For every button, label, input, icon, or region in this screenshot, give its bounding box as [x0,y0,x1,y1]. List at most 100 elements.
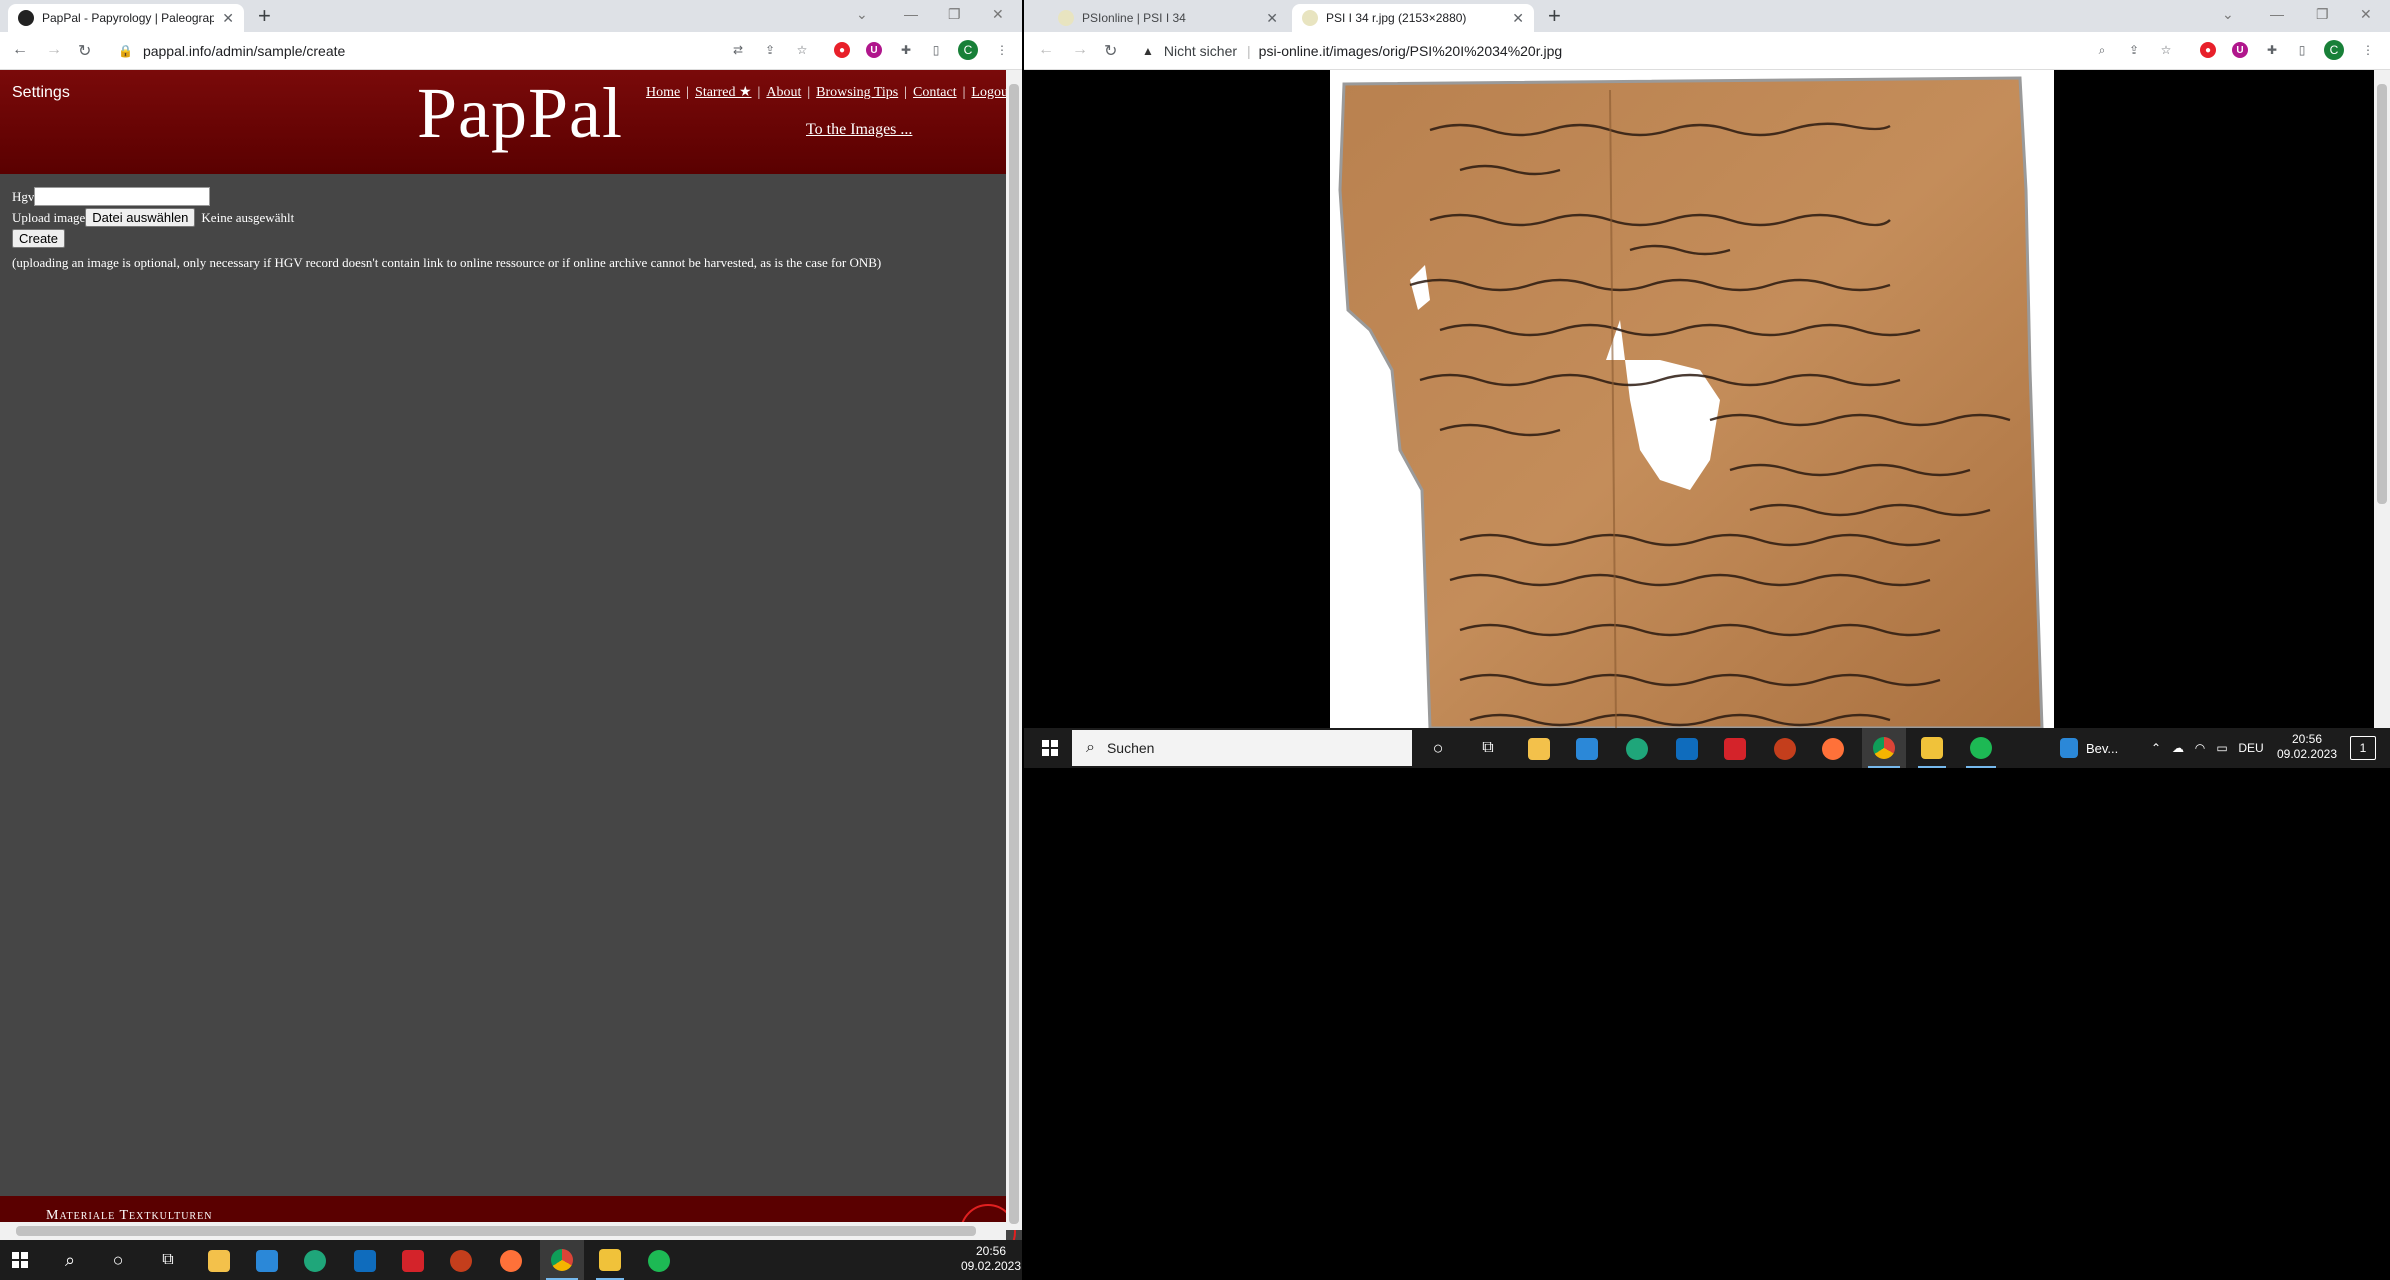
tab-title: PSIonline | PSI I 34 [1082,11,1186,25]
ms-store-icon[interactable] [1572,734,1602,764]
file-manager-icon[interactable] [1912,728,1952,768]
mail-icon[interactable] [350,1246,380,1276]
extension-icon[interactable]: U [2232,42,2248,58]
firefox-icon[interactable] [496,1246,526,1276]
address-bar[interactable]: ▲ Nicht sicher | psi-online.it/images/or… [1142,37,1562,65]
back-icon[interactable]: ← [1038,41,1054,59]
share-icon[interactable]: ⇪ [762,42,778,58]
windows-logo-icon [1042,740,1058,756]
start-button[interactable] [1038,737,1062,759]
wifi-icon[interactable]: ◠ [2190,738,2210,758]
security-label[interactable]: Nicht sicher [1164,43,1237,59]
cortana-icon[interactable]: ○ [104,1246,132,1274]
vertical-scrollbar[interactable] [2374,70,2390,728]
left-clock[interactable]: 20:56 09.02.2023 [960,1244,1022,1274]
battery-icon[interactable]: ▭ [2212,738,2232,758]
cortana-icon[interactable]: ○ [1424,734,1452,762]
nav-home[interactable]: Home [646,85,680,100]
nav-contact[interactable]: Contact [913,85,957,100]
reload-icon[interactable]: ↻ [1104,41,1117,61]
bookmark-star-icon[interactable]: ☆ [794,42,810,58]
edge-icon[interactable] [1622,734,1652,764]
language-indicator[interactable]: DEU [2234,738,2268,758]
extension-icon[interactable]: ● [834,42,850,58]
taskbar-search-box[interactable]: ⌕ Suchen [1072,730,1412,766]
nav-browsing-tips[interactable]: Browsing Tips [816,85,898,100]
zoom-icon[interactable]: ⌕ [2094,42,2110,58]
side-panel-icon[interactable]: ▯ [928,42,944,58]
powerpoint-icon[interactable] [1770,734,1800,764]
menu-icon[interactable]: ⋮ [2360,42,2376,58]
profile-avatar[interactable]: C [958,40,978,60]
profile-avatar[interactable]: C [2324,40,2344,60]
minimize-icon[interactable]: — [2270,6,2284,22]
close-tab-icon[interactable]: ✕ [222,10,234,27]
ms-store-icon[interactable] [252,1246,282,1276]
nav-starred[interactable]: Starred ★ [695,85,751,100]
mail-icon[interactable] [1672,734,1702,764]
chrome-icon[interactable] [1862,728,1906,768]
close-window-icon[interactable]: ✕ [2360,6,2372,23]
file-manager-icon[interactable] [590,1240,630,1280]
task-view-icon[interactable]: ⧉ [154,1246,182,1274]
acrobat-icon[interactable] [398,1246,428,1276]
file-explorer-icon[interactable] [204,1246,234,1276]
file-explorer-icon[interactable] [1524,734,1554,764]
spotify-icon[interactable] [1960,728,2002,768]
onedrive-icon[interactable]: ☁ [2168,738,2188,758]
share-icon[interactable]: ⇪ [2126,42,2142,58]
task-view-icon[interactable]: ⧉ [1474,734,1502,762]
side-panel-icon[interactable]: ▯ [2294,42,2310,58]
settings-link[interactable]: Settings [12,84,70,102]
horizontal-scrollbar[interactable] [0,1222,1006,1240]
open-document-button[interactable]: Bev... [2060,734,2140,762]
right-tab-strip: PSIonline | PSI I 34 ✕ PSI I 34 r.jpg (2… [1024,0,2390,32]
address-bar[interactable]: 🔒 pappal.info/admin/sample/create [118,37,345,65]
close-window-icon[interactable]: ✕ [992,6,1004,23]
new-tab-button[interactable]: + [1548,5,1561,27]
extensions-puzzle-icon[interactable]: ✚ [2264,42,2280,58]
back-icon[interactable]: ← [12,41,28,59]
chevron-up-icon[interactable]: ⌃ [2146,738,2166,758]
extension-icon[interactable]: ● [2200,42,2216,58]
close-tab-icon[interactable]: ✕ [1512,10,1524,27]
menu-icon[interactable]: ⋮ [994,42,1010,58]
acrobat-icon[interactable] [1720,734,1750,764]
site-logo[interactable]: PapPal [417,70,623,156]
notification-center-icon[interactable]: 1 [2350,736,2376,760]
firefox-icon[interactable] [1818,734,1848,764]
restore-icon[interactable]: ❐ [948,6,961,23]
bookmark-star-icon[interactable]: ☆ [2158,42,2174,58]
restore-icon[interactable]: ❐ [2316,6,2329,23]
forward-icon[interactable]: → [46,41,62,59]
extensions-puzzle-icon[interactable]: ✚ [898,42,914,58]
reload-icon[interactable]: ↻ [78,41,91,61]
right-clock[interactable]: 20:56 09.02.2023 [2274,732,2340,762]
tab-search-icon[interactable]: ⌄ [2222,6,2234,23]
to-images-link[interactable]: To the Images ... [806,121,912,139]
tab-psionline[interactable]: PSIonline | PSI I 34 ✕ [1048,4,1288,32]
minimize-icon[interactable]: — [904,6,918,22]
powerpoint-icon[interactable] [446,1246,476,1276]
close-tab-icon[interactable]: ✕ [1266,10,1278,27]
right-browser-window: PSIonline | PSI I 34 ✕ PSI I 34 r.jpg (2… [1024,0,2390,728]
nav-about[interactable]: About [766,85,801,100]
chrome-icon[interactable] [540,1240,584,1280]
hgv-input[interactable] [34,187,211,206]
translate-icon[interactable]: ⇄ [730,42,746,58]
url-text: psi-online.it/images/orig/PSI%20I%2034%2… [1258,43,1563,59]
spotify-icon[interactable] [644,1246,674,1276]
tab-psi-image[interactable]: PSI I 34 r.jpg (2153×2880) ✕ [1292,4,1534,32]
start-button[interactable] [8,1249,32,1271]
vertical-scrollbar[interactable] [1006,70,1022,1230]
search-icon[interactable]: ⌕ [56,1246,84,1274]
create-button[interactable]: Create [12,229,66,248]
new-tab-button[interactable]: + [258,5,271,27]
tab-pappal[interactable]: PapPal - Papyrology | Paleography ✕ [8,4,244,32]
tab-search-icon[interactable]: ⌄ [856,6,868,23]
extension-icon[interactable]: U [866,42,882,58]
edge-icon[interactable] [300,1246,330,1276]
forward-icon[interactable]: → [1072,41,1088,59]
left-tab-strip: PapPal - Papyrology | Paleography ✕ + ⌄ … [0,0,1022,32]
choose-file-button[interactable]: Datei auswählen [85,208,196,227]
